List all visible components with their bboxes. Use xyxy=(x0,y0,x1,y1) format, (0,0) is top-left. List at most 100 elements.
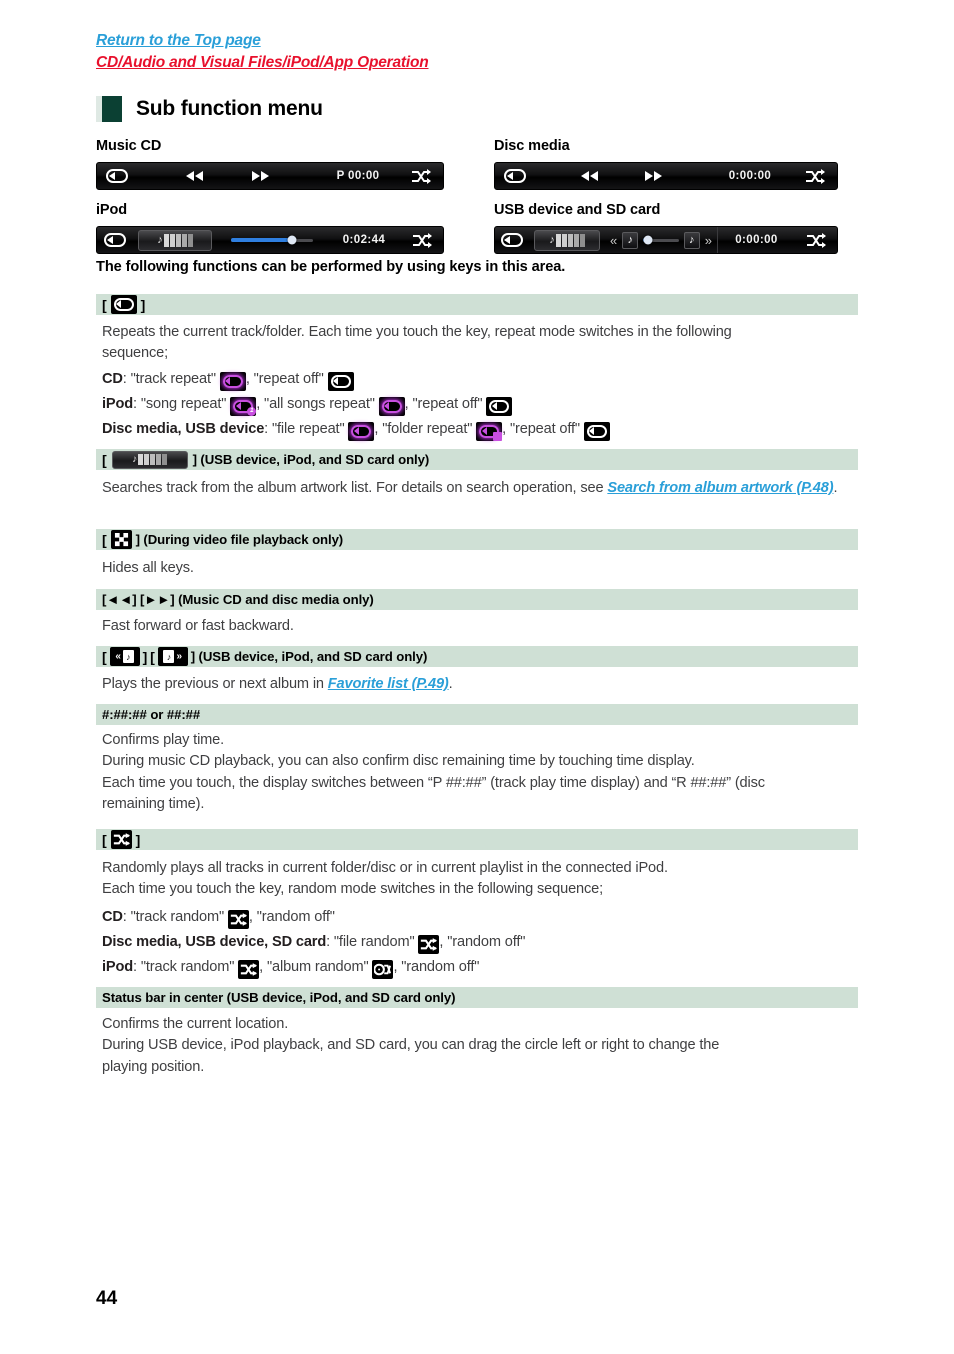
shuffle-icon xyxy=(241,963,258,976)
play-time-display-cd[interactable]: P 00:00 xyxy=(317,170,399,182)
slider-knob[interactable] xyxy=(643,235,653,245)
ffrew-header-text: [◄◄] [►►] (Music CD and disc media only) xyxy=(102,592,374,607)
repeat-ipod-sequence: iPod: "song repeat" 1, "all songs repeat… xyxy=(102,394,862,416)
fast-rewind-icon[interactable] xyxy=(185,171,203,181)
repeat-disc-text-b: , "folder repeat" xyxy=(374,421,473,437)
repeat-button-disc[interactable] xyxy=(495,169,535,183)
section-marker-icon xyxy=(96,96,122,122)
random-button-disc[interactable] xyxy=(793,168,837,184)
file-random-icon xyxy=(418,935,440,954)
file-repeat-icon xyxy=(348,422,375,441)
usb-progress-slider[interactable] xyxy=(643,235,679,245)
repeat-icon xyxy=(106,169,128,183)
all-songs-repeat-icon xyxy=(378,397,405,416)
repeat-disc-sequence: Disc media, USB device: "file repeat" , … xyxy=(102,419,862,441)
random-button-ipod[interactable] xyxy=(401,232,443,248)
ipod-progress-slider[interactable] xyxy=(217,235,327,245)
repeat-off-icon xyxy=(486,397,513,416)
bracket-close: ] xyxy=(142,648,148,665)
album-artwork-button-usb[interactable]: ♪ xyxy=(529,229,605,251)
repeat-disc-label: Disc media, USB device xyxy=(102,421,265,437)
hidekeys-description: Hides all keys. xyxy=(102,560,194,576)
random-key-icon xyxy=(110,830,132,849)
playtime-description: Confirms play time. During music CD play… xyxy=(102,730,862,815)
repeat-ipod-label: iPod xyxy=(102,396,134,412)
repeat-button-ipod[interactable] xyxy=(97,233,133,247)
bracket-close: ] xyxy=(135,831,141,848)
repeat-button-usb[interactable] xyxy=(495,233,529,247)
disc-media-control-bar: 0:00:00 xyxy=(494,162,838,190)
section-header-ffrew: [◄◄] [►►] (Music CD and disc media only) xyxy=(96,589,858,610)
return-to-top-link[interactable]: Return to the Top page xyxy=(96,30,429,52)
play-time-display-usb[interactable]: 0:00:00 xyxy=(717,227,795,253)
repeat-cd-text-b: , "repeat off" xyxy=(245,371,324,387)
section-header-playtime: #:##:## or ##:## xyxy=(96,704,858,725)
section-header-statusbar: Status bar in center (USB device, iPod, … xyxy=(96,987,858,1008)
next-album-chevron-icon[interactable]: » xyxy=(705,234,712,247)
track-random-icon xyxy=(238,960,260,979)
album-artwork-button-ipod[interactable]: ♪ xyxy=(133,229,217,251)
section-header-album-nav: [ « ♪ ] [ ♪ » ] (USB device, iPod, and S… xyxy=(96,646,858,667)
section-header-repeat: [ ] xyxy=(96,294,858,315)
label-usb-sd: USB device and SD card xyxy=(494,202,661,218)
fast-forward-icon[interactable] xyxy=(251,171,269,181)
repeat-disc-text-c: , "repeat off" xyxy=(502,421,580,437)
artwork-description: Searches track from the album artwork li… xyxy=(102,478,862,499)
repeat-line2: sequence; xyxy=(102,345,168,362)
bracket-open: [ xyxy=(102,531,107,548)
favorite-list-link[interactable]: Favorite list (P.49) xyxy=(328,676,449,692)
music-cd-control-bar: P 00:00 xyxy=(96,162,444,190)
random-ipod-text-c: , "random off" xyxy=(393,959,480,975)
hidekeys-header-text: ] (During video file playback only) xyxy=(135,532,344,547)
track-repeat-on-icon xyxy=(219,372,246,391)
previous-album-chevron-icon[interactable]: « xyxy=(610,234,617,247)
play-time-display-disc[interactable]: 0:00:00 xyxy=(707,170,793,182)
repeat-icon xyxy=(104,233,126,247)
slider-knob[interactable] xyxy=(287,235,297,245)
search-from-album-artwork-link[interactable]: Search from album artwork (P.48) xyxy=(607,480,833,496)
double-chevron-left-icon: « xyxy=(115,650,121,662)
repeat-cd-text-a: : "track repeat" xyxy=(122,371,216,387)
repeat-off-icon xyxy=(327,372,354,391)
album-artwork-icon: ♪ xyxy=(534,229,600,251)
repeat-button-cd[interactable] xyxy=(97,169,137,183)
random-ipod-text-b: , "album random" xyxy=(259,959,369,975)
repeat-key-icon xyxy=(110,295,137,314)
random-disc-text-b: , "random off" xyxy=(439,934,526,950)
repeat-cd-sequence: CD: "track repeat" , "repeat off" xyxy=(102,369,862,391)
random-cd-text-b: , "random off" xyxy=(248,909,335,925)
ipod-control-bar: ♪ 0:02:44 xyxy=(96,226,444,254)
random-cd-text-a: : "track random" xyxy=(122,909,225,925)
random-ipod-text-a: : "track random" xyxy=(133,959,235,975)
random-button-cd[interactable] xyxy=(399,168,443,184)
artwork-text-a: Searches track from the album artwork li… xyxy=(102,480,608,496)
next-album-note-icon[interactable]: ♪ xyxy=(683,231,700,249)
fast-rewind-icon[interactable] xyxy=(580,171,598,181)
random-ipod-sequence: iPod: "track random" , "album random" , … xyxy=(102,957,862,979)
section-header-random: [ ] xyxy=(96,829,858,850)
label-music-cd: Music CD xyxy=(96,138,162,154)
album-nav-text-a: Plays the previous or next album in xyxy=(102,676,328,692)
bracket-open: [ xyxy=(102,296,107,313)
random-cd-sequence: CD: "track random" , "random off" xyxy=(102,907,862,929)
album-nav-header-text: ] (USB device, iPod, and SD card only) xyxy=(190,649,428,664)
repeat-icon xyxy=(504,169,526,183)
usb-sd-control-bar: ♪ « ♪ ♪ » 0:00:00 xyxy=(494,226,838,254)
album-nav-text-b: . xyxy=(448,676,453,692)
play-time-display-ipod[interactable]: 0:02:44 xyxy=(327,234,401,246)
random-button-usb[interactable] xyxy=(795,232,837,248)
cd-audio-operation-link[interactable]: CD/Audio and Visual Files/iPod/App Opera… xyxy=(96,52,429,74)
fast-forward-icon[interactable] xyxy=(644,171,662,181)
bracket-open: [ xyxy=(102,648,107,665)
album-artwork-key-icon: ♪ xyxy=(111,450,188,469)
shuffle-icon xyxy=(421,938,438,951)
shuffle-icon xyxy=(807,232,826,248)
double-chevron-right-icon: » xyxy=(176,650,182,662)
playtime-line1: Confirms play time. xyxy=(102,732,225,748)
page-number: 44 xyxy=(96,1288,118,1309)
page-title: Sub function menu xyxy=(136,97,323,120)
repeat-ipod-text-c: , "repeat off" xyxy=(404,396,483,412)
random-disc-sequence: Disc media, USB device, SD card: "file r… xyxy=(102,932,862,954)
previous-album-note-icon[interactable]: ♪ xyxy=(622,231,639,249)
folder-repeat-icon xyxy=(476,422,503,441)
